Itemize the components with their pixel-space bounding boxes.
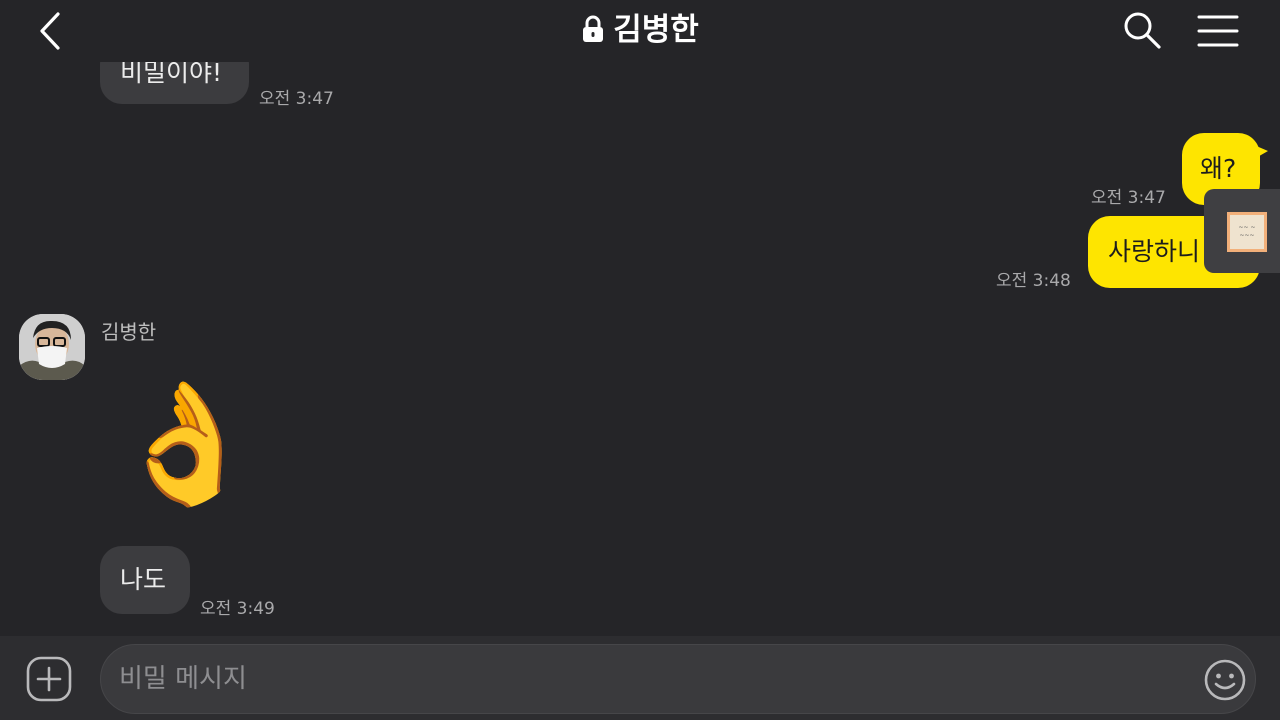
message-time: 오전 3:48: [996, 271, 1071, 291]
emoji-button[interactable]: [1203, 658, 1247, 702]
message-bubble-incoming[interactable]: 나도: [100, 546, 190, 614]
menu-icon: [1197, 15, 1239, 47]
attach-button[interactable]: [26, 656, 72, 702]
message-input-box[interactable]: [100, 644, 1256, 714]
message-time: 오전 3:47: [1091, 188, 1166, 208]
floating-shortcut-widget[interactable]: ~~ ~ ~~~: [1204, 189, 1280, 273]
plus-icon: [26, 656, 72, 702]
chat-title: 김병한: [0, 8, 1280, 52]
lock-icon: [583, 15, 604, 42]
avatar-image: [19, 314, 85, 380]
widget-thumbnail: ~~ ~ ~~~: [1227, 212, 1267, 252]
message-time: 오전 3:49: [200, 599, 275, 619]
chat-header: 김병한: [0, 0, 1280, 62]
chat-title-text: 김병한: [613, 12, 699, 48]
thumbnail-art: ~~ ~ ~~~: [1238, 224, 1256, 239]
message-text: 사랑하니: [1108, 237, 1201, 266]
sender-name: 김병한: [101, 320, 157, 344]
avatar[interactable]: [19, 314, 85, 380]
menu-button[interactable]: [1196, 12, 1240, 50]
search-button[interactable]: [1122, 10, 1162, 50]
message-time: 오전 3:47: [259, 89, 334, 109]
bubble-tail: [1254, 145, 1268, 159]
emoji-icon: [1204, 659, 1246, 701]
message-input[interactable]: [119, 657, 1179, 701]
emoji-message[interactable]: 👌: [112, 368, 259, 518]
message-composer: [0, 636, 1280, 720]
message-text: 나도: [120, 565, 167, 594]
message-text: 왜?: [1200, 154, 1237, 183]
search-icon: [1124, 12, 1161, 49]
